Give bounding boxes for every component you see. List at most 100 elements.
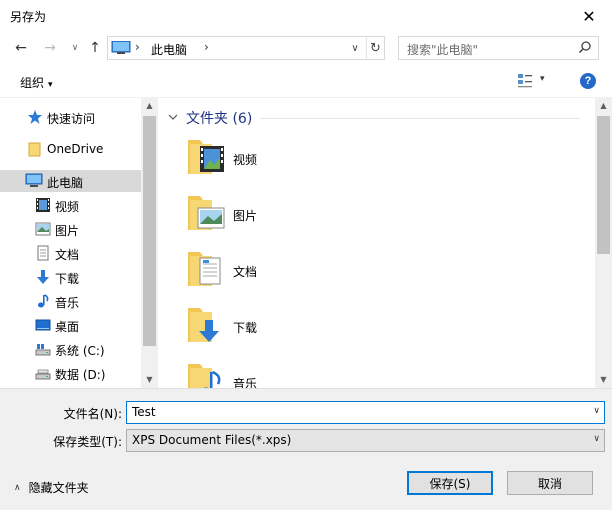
folder-item-downloads[interactable]: 下载	[186, 304, 276, 354]
view-options-caret-icon[interactable]: ▾	[540, 74, 545, 84]
quick-access-star-icon	[27, 109, 43, 125]
navigation-pane: 快速访问 OneDrive 此电脑 视频 图片 文档 下载 音乐 桌面 系统 (…	[0, 98, 158, 388]
pictures-icon	[35, 221, 51, 237]
address-separator[interactable]: ›	[204, 40, 209, 54]
filename-value: Test	[132, 405, 156, 419]
downloads-folder-icon	[186, 304, 226, 349]
sidebar-item-label: 数据 (D:)	[55, 368, 106, 382]
scrollbar-thumb[interactable]	[143, 116, 156, 346]
folder-item-music[interactable]: 音乐	[186, 360, 276, 388]
sidebar-item-label: 视频	[55, 200, 80, 214]
sidebar-item-label: 系统 (C:)	[55, 344, 105, 358]
scroll-down-icon[interactable]: ▼	[595, 372, 612, 388]
search-placeholder: 搜索"此电脑"	[407, 43, 479, 57]
chevron-up-icon: ∧	[14, 482, 21, 493]
folder-item-videos[interactable]: 视频	[186, 136, 276, 186]
recent-locations-chevron-icon[interactable]: ∨	[66, 38, 84, 58]
refresh-icon[interactable]: ↻	[366, 37, 384, 59]
music-folder-icon	[186, 360, 226, 388]
filetype-label: 保存类型(T):	[53, 435, 122, 449]
address-separator[interactable]: ›	[135, 40, 140, 54]
group-header-label: 文件夹 (6)	[186, 111, 253, 127]
pictures-folder-icon	[186, 192, 226, 237]
folder-label: 图片	[233, 209, 258, 223]
sidebar-item-quick-access[interactable]: 快速访问	[0, 106, 141, 128]
music-icon	[35, 293, 51, 309]
documents-icon	[35, 245, 51, 261]
back-arrow-icon[interactable]: ←	[12, 38, 30, 58]
hide-folders-toggle[interactable]: ∧ 隐藏文件夹	[14, 479, 89, 496]
up-arrow-icon[interactable]: ↑	[86, 38, 104, 58]
sidebar-item-label: 文档	[55, 248, 80, 262]
sidebar-item-desktop[interactable]: 桌面	[0, 314, 141, 336]
toolbar: 组织 ▾ ▾ ?	[0, 64, 612, 98]
sidebar-item-downloads[interactable]: 下载	[0, 266, 141, 288]
search-input[interactable]: 搜索"此电脑"	[398, 36, 599, 60]
save-form: 文件名(N): Test ∨ 保存类型(T): XPS Document Fil…	[0, 388, 612, 510]
onedrive-folder-icon	[27, 141, 43, 157]
documents-folder-icon	[186, 248, 226, 293]
address-bar[interactable]: › 此电脑 › ∨ ↻	[107, 36, 385, 60]
folder-label: 视频	[233, 153, 258, 167]
sidebar-item-label: 下载	[55, 272, 80, 286]
save-button[interactable]: 保存(S)	[407, 471, 493, 495]
sidebar-item-onedrive[interactable]: OneDrive	[0, 138, 141, 160]
title-bar: 另存为 ✕	[0, 0, 612, 32]
folder-item-pictures[interactable]: 图片	[186, 192, 276, 242]
sidebar-item-pictures[interactable]: 图片	[0, 218, 141, 240]
file-list-scrollbar[interactable]: ▲ ▼	[595, 98, 612, 388]
sidebar-item-documents[interactable]: 文档	[0, 242, 141, 264]
folder-label: 文档	[233, 265, 258, 279]
downloads-icon	[35, 269, 51, 285]
sidebar-item-data-drive[interactable]: 数据 (D:)	[0, 362, 141, 384]
collapse-chevron-icon[interactable]	[168, 113, 178, 124]
folders-group-header[interactable]: 文件夹 (6)	[168, 108, 580, 128]
scroll-up-icon[interactable]: ▲	[141, 98, 158, 114]
window-title: 另存为	[10, 10, 47, 24]
sidebar-item-label: 桌面	[55, 320, 80, 334]
pc-icon	[111, 40, 131, 58]
videos-folder-icon	[186, 136, 226, 181]
sidebar-item-label: 此电脑	[47, 176, 84, 190]
help-icon[interactable]: ?	[580, 73, 596, 89]
navigation-scrollbar[interactable]: ▲ ▼	[141, 98, 158, 388]
sidebar-item-videos[interactable]: 视频	[0, 194, 141, 216]
sidebar-item-label: 快速访问	[47, 112, 96, 126]
data-drive-icon	[35, 365, 51, 381]
scroll-down-icon[interactable]: ▼	[141, 372, 158, 388]
view-options-icon[interactable]	[517, 73, 533, 92]
system-drive-icon	[35, 341, 51, 357]
sidebar-item-label: 图片	[55, 224, 80, 238]
filetype-dropdown-icon[interactable]: ∨	[593, 434, 600, 444]
sidebar-item-this-pc[interactable]: 此电脑	[0, 170, 141, 192]
filetype-select[interactable]: XPS Document Files(*.xps) ∨	[126, 429, 605, 452]
sidebar-item-system-drive[interactable]: 系统 (C:)	[0, 338, 141, 360]
caret-down-icon: ▾	[48, 80, 53, 90]
file-list-pane: 文件夹 (6) 视频 图片 文档 下载 音乐	[158, 98, 595, 388]
navigation-bar: ← → ∨ ↑ › 此电脑 › ∨ ↻ 搜索"此电脑"	[0, 32, 612, 64]
group-divider	[260, 118, 580, 119]
scroll-up-icon[interactable]: ▲	[595, 98, 612, 114]
videos-icon	[35, 197, 51, 213]
filename-label: 文件名(N):	[63, 407, 122, 421]
breadcrumb-this-pc[interactable]: 此电脑	[151, 41, 187, 58]
folder-item-documents[interactable]: 文档	[186, 248, 276, 298]
filetype-value: XPS Document Files(*.xps)	[132, 433, 292, 447]
cancel-button[interactable]: 取消	[507, 471, 593, 495]
filename-dropdown-icon[interactable]: ∨	[593, 406, 600, 416]
search-icon[interactable]	[578, 40, 592, 57]
close-icon[interactable]: ✕	[566, 0, 612, 32]
forward-arrow-icon[interactable]: →	[41, 38, 59, 58]
desktop-icon	[35, 317, 51, 333]
organize-menu[interactable]: 组织 ▾	[20, 74, 53, 91]
hide-folders-label: 隐藏文件夹	[28, 481, 89, 495]
pc-icon	[25, 173, 43, 189]
scrollbar-thumb[interactable]	[597, 116, 610, 254]
organize-label: 组织	[20, 76, 45, 90]
folder-label: 音乐	[233, 377, 258, 388]
folder-label: 下载	[233, 321, 258, 335]
address-dropdown-icon[interactable]: ∨	[345, 37, 365, 59]
sidebar-item-label: OneDrive	[47, 142, 104, 156]
sidebar-item-music[interactable]: 音乐	[0, 290, 141, 312]
filename-field[interactable]: Test ∨	[126, 401, 605, 424]
